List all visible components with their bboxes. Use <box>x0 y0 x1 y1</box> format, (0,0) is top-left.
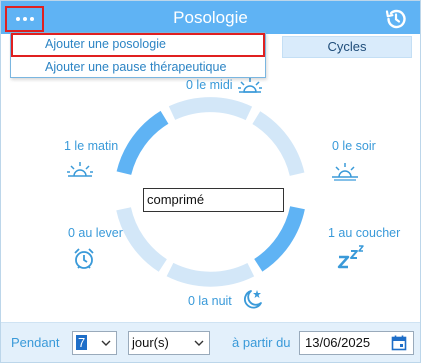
sleep-zzz-icon <box>337 245 364 269</box>
tab-cycles[interactable]: Cycles <box>282 36 412 58</box>
duration-unit-value: jour(s) <box>132 335 169 350</box>
unit-input[interactable]: comprimé <box>143 188 284 212</box>
add-menu-dropdown: Ajouter une posologie Ajouter une pause … <box>10 32 266 78</box>
header-bar: Posologie <box>1 1 420 34</box>
slot-label-midi: 0 le midi <box>186 78 233 92</box>
duration-unit-select[interactable]: jour(s) <box>128 331 210 355</box>
duration-count-value: 7 <box>76 335 88 350</box>
alarm-clock-icon <box>74 248 94 269</box>
history-icon[interactable] <box>384 7 408 31</box>
start-date-value: 13/06/2025 <box>305 335 371 350</box>
sunset-icon <box>332 163 358 181</box>
duration-footer: Pendant 7 jour(s) à partir du 13/06/2025 <box>1 322 420 362</box>
moon-star-icon <box>244 290 262 309</box>
slot-label-matin: 1 le matin <box>64 139 119 153</box>
chevron-down-icon <box>101 340 111 346</box>
duration-count-select[interactable]: 7 <box>72 331 117 355</box>
sun-icon <box>238 78 262 93</box>
slot-label-nuit: 0 la nuit <box>188 294 232 308</box>
slot-label-soir: 0 le soir <box>332 139 376 153</box>
pendant-label: Pendant <box>11 335 60 350</box>
calendar-icon[interactable] <box>391 335 407 351</box>
sunrise-icon <box>67 162 93 177</box>
start-date-label: à partir du <box>232 335 291 350</box>
menu-item-add-pause[interactable]: Ajouter une pause thérapeutique <box>11 57 265 79</box>
slot-label-lever: 0 au lever <box>68 226 123 240</box>
chevron-down-icon <box>194 340 204 346</box>
page-title: Posologie <box>173 8 248 27</box>
slot-label-coucher: 1 au coucher <box>328 226 401 240</box>
menu-item-add-posology[interactable]: Ajouter une posologie <box>11 33 265 57</box>
start-date-field[interactable]: 13/06/2025 <box>299 331 414 355</box>
